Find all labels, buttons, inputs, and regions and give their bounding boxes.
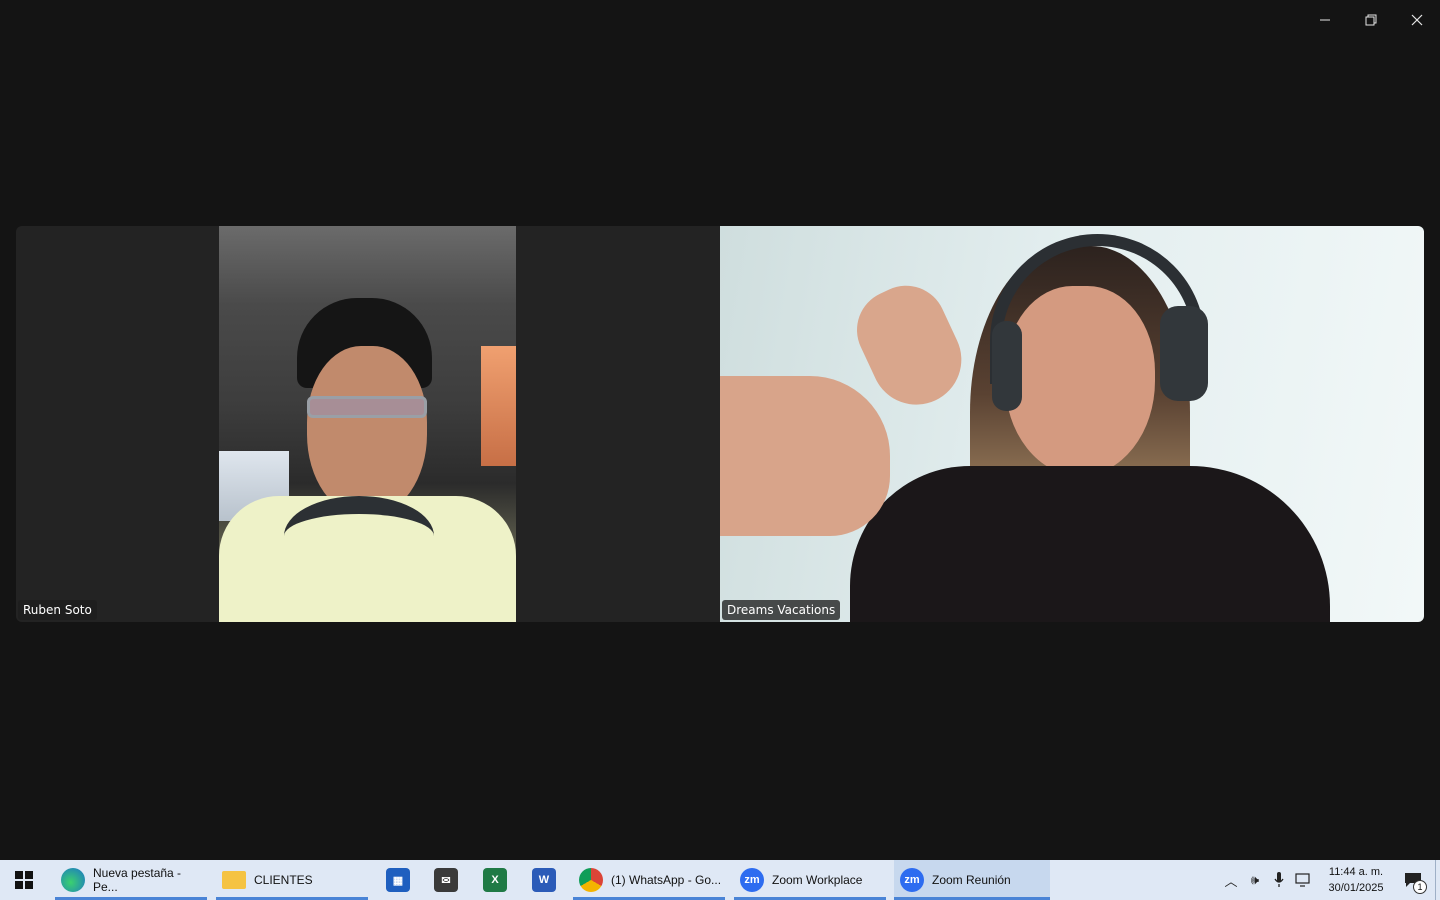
close-icon bbox=[1411, 14, 1423, 26]
taskbar-app-word[interactable]: W bbox=[524, 860, 564, 900]
taskbar: Nueva pestaña - Pe... CLIENTES ▦ ✉ X W (… bbox=[0, 860, 1440, 900]
window-controls bbox=[1302, 0, 1440, 40]
taskbar-app-edge[interactable]: Nueva pestaña - Pe... bbox=[55, 860, 207, 900]
headset-earcup bbox=[992, 321, 1022, 411]
microphone-icon[interactable] bbox=[1267, 860, 1291, 900]
network-icon[interactable] bbox=[1291, 860, 1315, 900]
zoom-meeting-window: Ruben Soto Dreams Vacations bbox=[0, 0, 1440, 860]
taskbar-app-label: CLIENTES bbox=[254, 873, 313, 887]
taskbar-app-zoom-workplace[interactable]: zm Zoom Workplace bbox=[734, 860, 886, 900]
edge-icon bbox=[61, 868, 85, 892]
headset-earcup bbox=[1160, 306, 1208, 401]
minimize-button[interactable] bbox=[1302, 0, 1348, 40]
taskbar-app-store[interactable]: ▦ bbox=[378, 860, 418, 900]
participant-name-label: Ruben Soto bbox=[18, 600, 97, 620]
restore-button[interactable] bbox=[1348, 0, 1394, 40]
shirt-collar bbox=[284, 496, 434, 576]
car-window bbox=[481, 346, 516, 466]
participant-video bbox=[219, 226, 516, 622]
store-icon: ▦ bbox=[386, 868, 410, 892]
mail-icon: ✉ bbox=[434, 868, 458, 892]
taskbar-app-explorer[interactable]: CLIENTES bbox=[216, 860, 368, 900]
volume-icon[interactable]: 🕪 bbox=[1243, 860, 1267, 900]
restore-icon bbox=[1365, 14, 1377, 26]
glasses bbox=[307, 396, 427, 418]
taskbar-clock[interactable]: 11:44 a. m. 30/01/2025 bbox=[1321, 864, 1391, 896]
minimize-icon bbox=[1320, 19, 1330, 21]
taskbar-app-label: (1) WhatsApp - Go... bbox=[611, 873, 722, 887]
participant-face bbox=[307, 346, 427, 516]
taskbar-app-zoom-meeting[interactable]: zm Zoom Reunión bbox=[894, 860, 1050, 900]
show-desktop-button[interactable] bbox=[1435, 860, 1440, 900]
taskbar-app-excel[interactable]: X bbox=[475, 860, 515, 900]
taskbar-app-label: Nueva pestaña - Pe... bbox=[93, 866, 182, 894]
zoom-icon: zm bbox=[740, 868, 764, 892]
video-gallery: Ruben Soto Dreams Vacations bbox=[16, 226, 1424, 622]
participant-tile[interactable]: Ruben Soto bbox=[16, 226, 720, 622]
taskbar-app-chrome[interactable]: (1) WhatsApp - Go... bbox=[573, 860, 725, 900]
taskbar-app-mail[interactable]: ✉ bbox=[426, 860, 466, 900]
word-icon: W bbox=[532, 868, 556, 892]
folder-icon bbox=[222, 871, 246, 889]
notification-count-badge: 1 bbox=[1413, 880, 1427, 894]
close-button[interactable] bbox=[1394, 0, 1440, 40]
taskbar-app-label: Zoom Reunión bbox=[932, 873, 1011, 887]
participant-tile[interactable]: Dreams Vacations bbox=[720, 226, 1424, 622]
participant-arm bbox=[720, 376, 890, 536]
clock-date: 30/01/2025 bbox=[1328, 882, 1384, 894]
taskbar-app-label: Zoom Workplace bbox=[772, 873, 863, 887]
start-button[interactable] bbox=[0, 860, 48, 900]
zoom-icon: zm bbox=[900, 868, 924, 892]
participant-shirt bbox=[850, 466, 1330, 622]
participant-name-label: Dreams Vacations bbox=[722, 600, 841, 620]
chrome-icon bbox=[579, 868, 603, 892]
system-tray: ︿ 🕪 11:44 a. m. 30/01/2025 1 bbox=[1219, 860, 1440, 900]
windows-icon bbox=[15, 871, 33, 889]
chevron-up-icon[interactable]: ︿ bbox=[1219, 860, 1243, 900]
notification-center-button[interactable]: 1 bbox=[1391, 860, 1435, 900]
excel-icon: X bbox=[483, 868, 507, 892]
clock-time: 11:44 a. m. bbox=[1328, 866, 1384, 878]
